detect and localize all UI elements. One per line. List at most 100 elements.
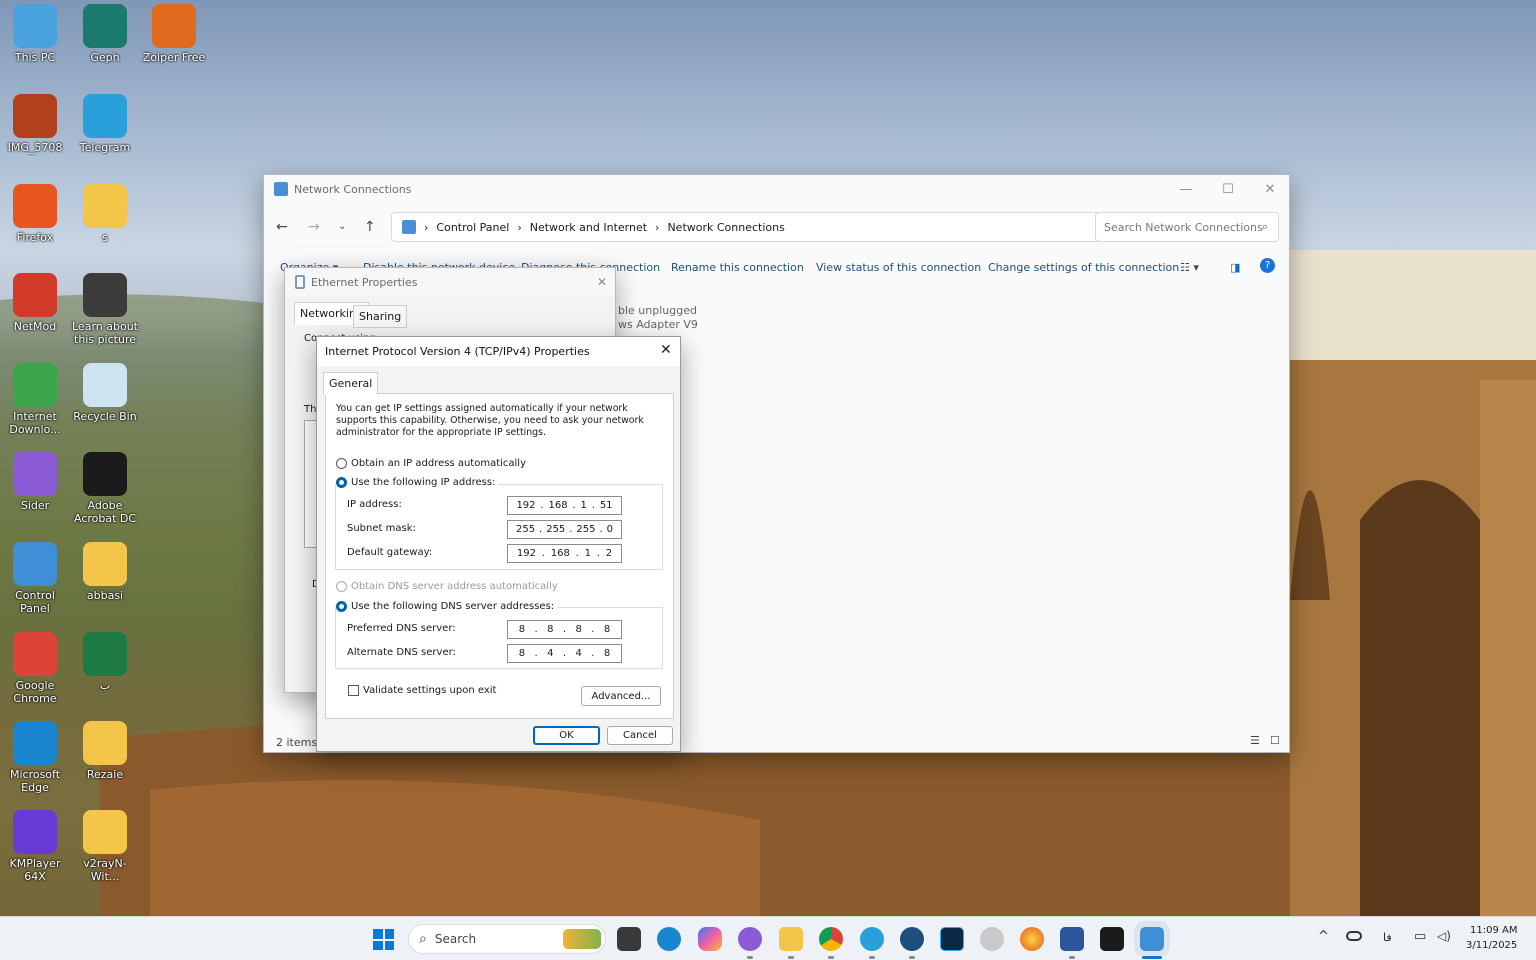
ep-titlebar[interactable]: Ethernet Properties	[285, 268, 615, 296]
chrome-taskbar-icon[interactable]	[819, 927, 843, 951]
ip-address-label: IP address:	[347, 499, 402, 510]
breadcrumb-control-panel[interactable]: Control Panel	[436, 221, 509, 234]
desktop-icon-image-file[interactable]: IMG_5708	[0, 94, 70, 154]
firefox-taskbar-icon[interactable]	[1020, 927, 1044, 951]
running-indicator	[788, 956, 794, 959]
obtain-dns-label: Obtain DNS server address automatically	[351, 581, 558, 592]
up-arrow-icon[interactable]: ↑	[364, 219, 376, 235]
desktop-icon-label: Learn about this picture	[72, 320, 138, 346]
volume-icon[interactable]: ◁)	[1437, 929, 1451, 943]
edge-taskbar-icon[interactable]	[657, 927, 681, 951]
control-panel-taskbar-icon[interactable]	[1134, 921, 1170, 957]
ok-button[interactable]: OK	[533, 726, 600, 745]
desktop-icon-netmod[interactable]: NetMod	[0, 273, 70, 333]
show-hidden-icons-chevron[interactable]: ^	[1318, 929, 1329, 944]
ipv4-close-icon[interactable]: ✕	[660, 342, 672, 358]
cancel-button[interactable]: Cancel	[607, 726, 673, 745]
desktop-icon-folder[interactable]: s	[70, 184, 140, 244]
tiles-view-icon[interactable]: ☐	[1270, 734, 1280, 747]
desktop-icon-folder[interactable]: v2rayN-Wit...	[70, 810, 140, 883]
clock-time[interactable]: 11:09 AM	[1470, 925, 1517, 936]
running-indicator	[909, 956, 915, 959]
preview-pane-icon[interactable]: ◨	[1230, 261, 1240, 274]
nc-titlebar[interactable]: Network Connections	[264, 175, 1289, 203]
subnet-mask-field[interactable]: 255. 255. 255. 0	[507, 520, 622, 539]
breadcrumb-network-connections[interactable]: Network Connections	[667, 221, 784, 234]
close-button[interactable]: ✕	[1249, 175, 1291, 203]
item-count: 2 items	[276, 736, 318, 749]
desktop-icon-label: This PC	[14, 51, 56, 64]
desktop-icon-learn-picture[interactable]: Learn about this picture	[70, 273, 140, 346]
desktop-icon-sider[interactable]: Sider	[0, 452, 70, 512]
search-input[interactable]: Search Network Connections ⌕	[1095, 212, 1279, 242]
acrobat-taskbar-icon[interactable]	[1100, 927, 1124, 951]
ipv4-titlebar[interactable]: Internet Protocol Version 4 (TCP/IPv4) P…	[317, 337, 680, 366]
taskbar-search[interactable]: ⌕ Search	[408, 924, 606, 954]
preferred-dns-field[interactable]: 8.8.8.8	[507, 620, 622, 639]
view-status-button[interactable]: View status of this connection	[816, 261, 981, 274]
word-icon[interactable]	[1060, 927, 1084, 951]
desktop-icon-firefox[interactable]: Firefox	[0, 184, 70, 244]
rename-button[interactable]: Rename this connection	[671, 261, 804, 274]
telegram-taskbar-icon[interactable]	[860, 927, 884, 951]
back-arrow-icon[interactable]: ←	[276, 219, 288, 235]
desktop-icon-monitor[interactable]: This PC	[0, 4, 70, 64]
advanced-button[interactable]: Advanced...	[581, 686, 661, 706]
desktop-icon-folder[interactable]: abbasi	[70, 542, 140, 602]
preferred-dns-label: Preferred DNS server:	[347, 623, 456, 634]
recycle-bin-icon	[83, 363, 127, 407]
forward-arrow-icon[interactable]: →	[308, 219, 320, 235]
use-dns-radio[interactable]: Use the following DNS server addresses:	[336, 601, 558, 612]
desktop-icon-telegram[interactable]: Telegram	[70, 94, 140, 154]
copilot-icon[interactable]	[698, 927, 722, 951]
recent-chevron-icon[interactable]: ⌄	[338, 221, 346, 232]
ep-close-icon[interactable]: ✕	[597, 275, 607, 289]
file-explorer-icon[interactable]	[779, 927, 803, 951]
onedrive-icon[interactable]	[1346, 931, 1362, 941]
netmod-taskbar-icon[interactable]	[980, 927, 1004, 951]
ipv4-properties-dialog: Internet Protocol Version 4 (TCP/IPv4) P…	[316, 336, 681, 752]
change-settings-button[interactable]: Change settings of this connection	[988, 261, 1179, 274]
network-icon[interactable]: ▭	[1414, 929, 1426, 944]
clock-date[interactable]: 3/11/2025	[1466, 940, 1517, 951]
desktop-icon-recycle-bin[interactable]: Recycle Bin	[70, 363, 140, 423]
desktop-icon-label: Telegram	[79, 141, 131, 154]
use-ip-radio[interactable]: Use the following IP address:	[336, 477, 499, 488]
help-icon[interactable]: ?	[1260, 258, 1275, 273]
address-bar[interactable]: › Control Panel › Network and Internet ›…	[391, 212, 1217, 242]
start-windows-icon[interactable]	[373, 929, 394, 950]
tab-general[interactable]: General	[323, 372, 379, 395]
general-panel: You can get IP settings assigned automat…	[325, 393, 674, 719]
sider-taskbar-icon[interactable]	[738, 927, 762, 951]
language-indicator[interactable]: فا	[1383, 931, 1392, 944]
alternate-dns-label: Alternate DNS server:	[347, 647, 456, 658]
details-view-icon[interactable]: ☰	[1250, 734, 1260, 747]
desktop-icon-edge[interactable]: Microsoft Edge	[0, 721, 70, 794]
v2ray-taskbar-icon[interactable]	[900, 927, 924, 951]
obtain-dns-radio[interactable]: Obtain DNS server address automatically	[336, 581, 558, 592]
desktop-icon-excel[interactable]: ب	[70, 632, 140, 692]
breadcrumb-network-internet[interactable]: Network and Internet	[530, 221, 647, 234]
ip-address-field[interactable]: 192. 168. 1. 51	[507, 496, 622, 515]
desktop-icon-idm[interactable]: Internet Downlo...	[0, 363, 70, 436]
minimize-button[interactable]: —	[1165, 175, 1207, 203]
desktop-icon-folder[interactable]: Rezaie	[70, 721, 140, 781]
adapter-status: ble unplugged	[618, 304, 697, 317]
desktop-icon-chrome[interactable]: Google Chrome	[0, 632, 70, 705]
view-options-icon[interactable]: ☷ ▾	[1180, 261, 1199, 274]
desktop-icon-zoiper[interactable]: Zoiper Free	[139, 4, 209, 64]
alternate-dns-field[interactable]: 8.4.4.8	[507, 644, 622, 663]
this-connection-label: Th	[304, 404, 317, 415]
maximize-button[interactable]: ☐	[1207, 175, 1249, 203]
desktop-icon-control-panel[interactable]: Control Panel	[0, 542, 70, 615]
obtain-ip-radio[interactable]: Obtain an IP address automatically	[336, 458, 526, 469]
photoshop-icon[interactable]	[940, 927, 964, 951]
desktop-icon-kmplayer[interactable]: KMPlayer 64X	[0, 810, 70, 883]
default-gateway-field[interactable]: 192. 168. 1. 2	[507, 544, 622, 563]
desktop-icon-acrobat[interactable]: Adobe Acrobat DC	[70, 452, 140, 525]
image-file-icon	[13, 94, 57, 138]
tab-sharing[interactable]: Sharing	[353, 305, 408, 328]
task-view-icon[interactable]	[617, 927, 641, 951]
desktop-icon-geph[interactable]: Geph	[70, 4, 140, 64]
validate-checkbox[interactable]: Validate settings upon exit	[348, 685, 496, 696]
